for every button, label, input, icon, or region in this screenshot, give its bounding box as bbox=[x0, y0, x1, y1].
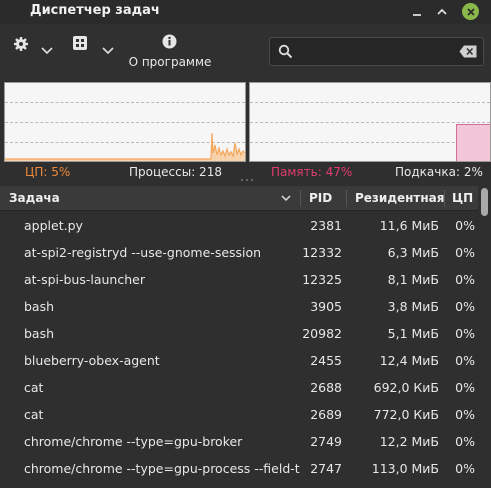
process-resident: 692,0 КиБ bbox=[373, 380, 439, 395]
process-pid: 2455 bbox=[310, 353, 342, 368]
table-row[interactable]: blueberry-obex-agent 2455 12,4 МиБ 0% bbox=[0, 347, 478, 374]
about-label[interactable]: О программе bbox=[122, 55, 218, 69]
process-pid: 2689 bbox=[310, 407, 342, 422]
memory-stat: Память: 47% bbox=[271, 165, 353, 179]
table-row[interactable]: at-spi2-registryd --use-gnome-session 123… bbox=[0, 239, 478, 266]
process-pid: 20982 bbox=[302, 326, 342, 341]
cpu-graph bbox=[4, 82, 246, 162]
process-name: at-spi-bus-launcher bbox=[24, 272, 145, 287]
table-row[interactable]: at-spi-bus-launcher 12325 8,1 МиБ 0% bbox=[0, 266, 478, 293]
about-button[interactable] bbox=[161, 33, 177, 49]
table-row[interactable]: bash 20982 5,1 МиБ 0% bbox=[0, 320, 478, 347]
cpu-stat: ЦП: 5% bbox=[25, 165, 71, 179]
scrollbar-thumb[interactable] bbox=[481, 188, 488, 216]
process-name: at-spi2-registryd --use-gnome-session bbox=[24, 245, 262, 260]
table-row[interactable]: chrome/chrome --type=gpu-process --field… bbox=[0, 455, 478, 482]
process-pid: 2749 bbox=[310, 434, 342, 449]
process-resident: 5,1 МиБ bbox=[387, 326, 439, 341]
process-cpu: 0% bbox=[455, 245, 475, 260]
process-resident: 772,0 КиБ bbox=[373, 407, 439, 422]
process-pid: 3905 bbox=[310, 299, 342, 314]
process-pid: 2747 bbox=[310, 461, 342, 476]
columns-button[interactable] bbox=[71, 34, 89, 52]
close-icon bbox=[466, 7, 475, 16]
process-name: cat bbox=[24, 407, 44, 422]
maximize-button[interactable] bbox=[434, 4, 450, 20]
process-cpu: 0% bbox=[455, 380, 475, 395]
process-resident: 3,8 МиБ bbox=[387, 299, 439, 314]
column-header-task[interactable]: Задача bbox=[9, 186, 60, 211]
table-row[interactable]: bash 3905 3,8 МиБ 0% bbox=[0, 293, 478, 320]
process-resident: 12,2 МиБ bbox=[379, 434, 439, 449]
table-header: Задача PID Резидентная ЦП bbox=[0, 186, 491, 211]
columns-icon bbox=[73, 36, 87, 50]
process-cpu: 0% bbox=[455, 299, 475, 314]
process-cpu: 0% bbox=[455, 218, 475, 233]
settings-dropdown[interactable] bbox=[40, 44, 54, 58]
process-pid: 12332 bbox=[302, 245, 342, 260]
chevron-down-icon bbox=[102, 47, 114, 55]
process-resident: 6,3 МиБ bbox=[387, 245, 439, 260]
process-pid: 2688 bbox=[310, 380, 342, 395]
resize-handle-icon[interactable] bbox=[240, 178, 254, 182]
info-icon bbox=[162, 34, 176, 48]
table-row[interactable]: cat 2688 692,0 КиБ 0% bbox=[0, 374, 478, 401]
process-resident: 12,4 МиБ bbox=[379, 353, 439, 368]
process-cpu: 0% bbox=[455, 434, 475, 449]
process-name: applet.py bbox=[24, 218, 83, 233]
stats-bar: ЦП: 5% Процессы: 218 Память: 47% Подкачк… bbox=[0, 163, 491, 181]
gear-icon bbox=[14, 37, 28, 51]
process-list: applet.py 2381 11,6 МиБ 0% at-spi2-registryd… bbox=[0, 212, 478, 482]
process-name: cat bbox=[24, 380, 44, 395]
title-bar: Диспетчер задач bbox=[0, 0, 491, 24]
chevron-down-icon bbox=[281, 195, 291, 202]
swap-stat: Подкачка: 2% bbox=[395, 165, 483, 179]
processes-stat: Процессы: 218 bbox=[129, 165, 222, 179]
clear-icon[interactable] bbox=[459, 45, 477, 58]
process-cpu: 0% bbox=[455, 407, 475, 422]
window-title: Диспетчер задач bbox=[30, 3, 160, 18]
column-header-pid[interactable]: PID bbox=[309, 186, 332, 211]
process-resident: 8,1 МиБ bbox=[387, 272, 439, 287]
columns-dropdown[interactable] bbox=[101, 44, 115, 58]
process-name: bash bbox=[24, 326, 55, 341]
memory-graph bbox=[249, 82, 491, 162]
process-cpu: 0% bbox=[455, 353, 475, 368]
minimize-button[interactable] bbox=[409, 4, 425, 20]
table-row[interactable]: cat 2689 772,0 КиБ 0% bbox=[0, 401, 478, 428]
process-cpu: 0% bbox=[455, 272, 475, 287]
process-name: chrome/chrome --type=gpu-broker bbox=[24, 434, 243, 449]
process-cpu: 0% bbox=[455, 461, 475, 476]
table-row[interactable]: chrome/chrome --type=gpu-broker 2749 12,2 … bbox=[0, 428, 478, 455]
table-row[interactable]: applet.py 2381 11,6 МиБ 0% bbox=[0, 212, 478, 239]
maximize-icon bbox=[437, 8, 447, 15]
chevron-down-icon bbox=[41, 47, 53, 55]
process-pid: 2381 bbox=[310, 218, 342, 233]
column-header-resident[interactable]: Резидентная bbox=[355, 186, 444, 211]
process-pid: 12325 bbox=[302, 272, 342, 287]
close-button[interactable] bbox=[462, 3, 479, 20]
minimize-icon bbox=[413, 14, 421, 16]
scrollbar[interactable] bbox=[478, 186, 491, 488]
toolbar: О программе bbox=[0, 24, 491, 80]
process-resident: 113,0 МиБ bbox=[371, 461, 439, 476]
column-header-cpu[interactable]: ЦП bbox=[452, 186, 473, 211]
search-input[interactable] bbox=[269, 37, 484, 66]
cpu-usage-line bbox=[5, 132, 245, 161]
process-name: chrome/chrome --type=gpu-process --field… bbox=[24, 461, 300, 476]
process-cpu: 0% bbox=[455, 326, 475, 341]
memory-usage-area bbox=[456, 124, 490, 161]
process-resident: 11,6 МиБ bbox=[379, 218, 439, 233]
settings-button[interactable] bbox=[12, 35, 30, 53]
process-name: blueberry-obex-agent bbox=[24, 353, 160, 368]
search-icon bbox=[278, 44, 293, 59]
process-name: bash bbox=[24, 299, 55, 314]
